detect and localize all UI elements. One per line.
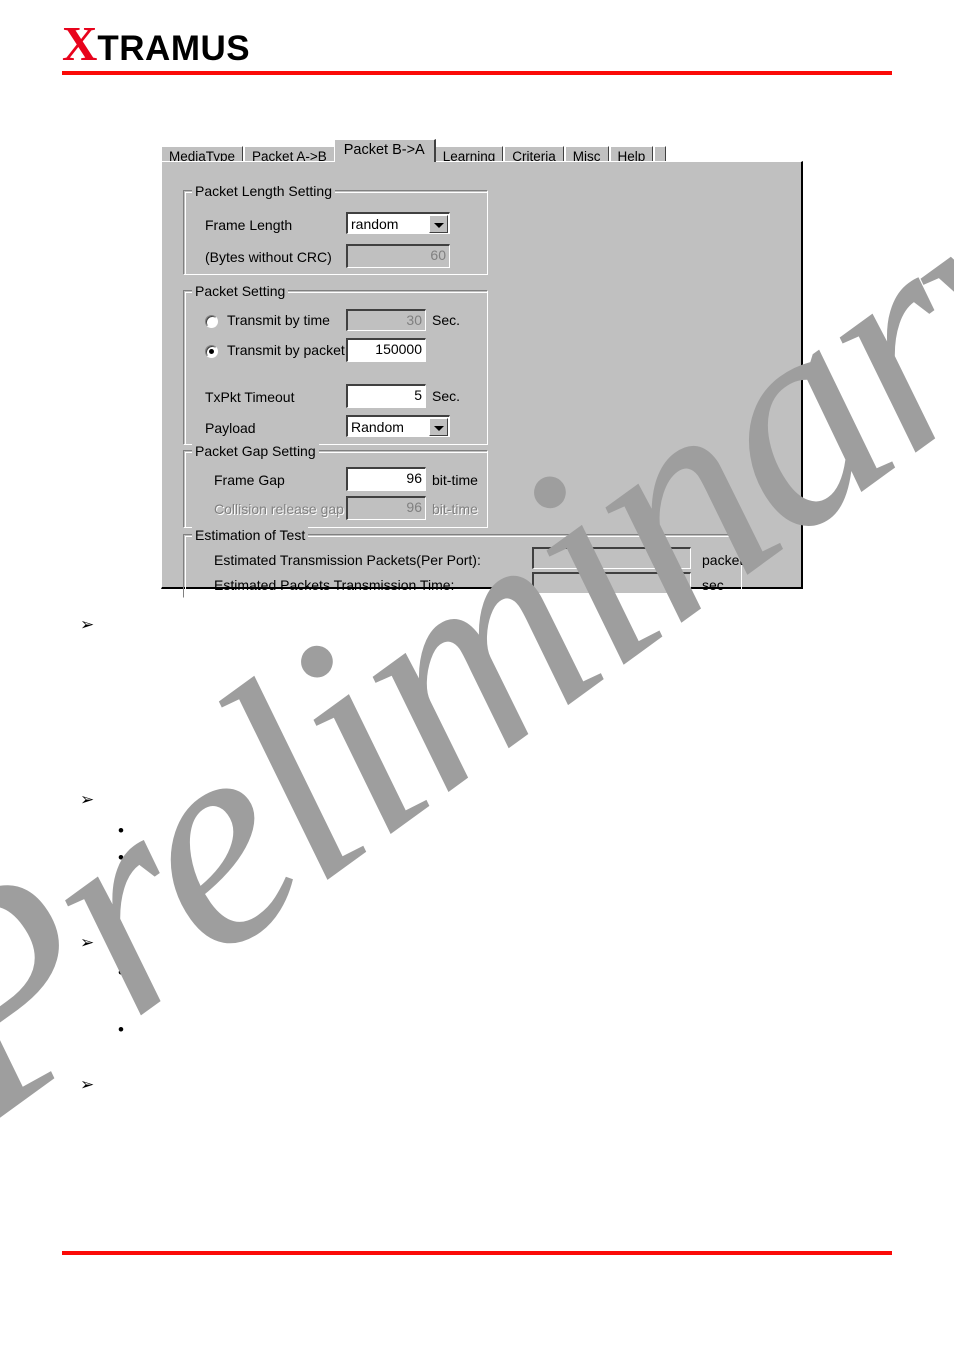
arrow-bullet-icon: ➢ xyxy=(80,933,95,952)
group-packet-setting: Packet Setting Transmit by time 30 Sec. … xyxy=(183,283,488,445)
dot-bullet-icon: • xyxy=(118,848,124,867)
list-item-arrow-2: ➢ xyxy=(80,790,94,810)
list-item-arrow-1: ➢ xyxy=(80,615,94,635)
estimated-transmission-time-label: Estimated Packets Transmission Time: xyxy=(214,577,455,593)
bytes-without-crc-field: 60 xyxy=(346,244,450,268)
payload-combo[interactable]: Random xyxy=(346,415,450,437)
frame-length-combo[interactable]: random xyxy=(346,212,450,234)
transmit-by-packet-field[interactable]: 150000 xyxy=(346,338,426,362)
frame-length-value: random xyxy=(351,216,399,232)
group-estimation-of-test-title: Estimation of Test xyxy=(192,527,309,543)
txpkt-timeout-field[interactable]: 5 xyxy=(346,384,426,408)
transmit-by-packet-value: 150000 xyxy=(375,341,422,357)
list-item-arrow-3: ➢ xyxy=(80,933,94,953)
collision-release-gap-unit: bit-time xyxy=(432,501,478,517)
payload-value: Random xyxy=(351,419,404,435)
dot-bullet-icon: • xyxy=(118,963,124,982)
page-header: XTRAMUS xyxy=(0,0,954,90)
group-packet-setting-title: Packet Setting xyxy=(192,283,289,299)
chevron-down-icon[interactable] xyxy=(429,418,448,436)
txpkt-timeout-label: TxPkt Timeout xyxy=(205,389,295,405)
txpkt-timeout-unit: Sec. xyxy=(432,388,461,404)
tab-panel-packet-b-to-a: Packet Length Setting Frame Length rando… xyxy=(161,161,803,598)
group-packet-gap-setting-title: Packet Gap Setting xyxy=(192,443,319,459)
tab-packet-b-to-a-label: Packet B->A xyxy=(343,142,425,158)
logo-wordmark: TRAMUS xyxy=(97,29,251,68)
list-item-dot-4: • xyxy=(118,1021,124,1038)
list-item-dot-3: • xyxy=(118,964,124,981)
list-item-arrow-4: ➢ xyxy=(80,1075,94,1095)
estimated-transmission-time-value: 1 xyxy=(679,575,687,591)
frame-length-label: Frame Length xyxy=(205,217,293,233)
transmit-by-packet-label[interactable]: Transmit by packet xyxy=(227,342,345,358)
radio-selected-dot xyxy=(209,349,214,354)
group-estimation-of-test: Estimation of Test Estimated Transmissio… xyxy=(183,527,750,598)
transmit-by-time-unit: Sec. xyxy=(432,312,461,328)
transmit-by-time-label[interactable]: Transmit by time xyxy=(227,312,330,328)
estimated-transmission-time-unit: sec xyxy=(702,577,724,593)
estimated-transmission-time-field: 1 xyxy=(532,572,691,594)
tab-strip: MediaType Packet A->B Packet B->A Learni… xyxy=(161,139,803,165)
logo-x-letter: X xyxy=(62,16,98,71)
footer-divider-rule xyxy=(62,1251,892,1255)
xtramus-logo: XTRAMUS xyxy=(62,19,251,71)
transmit-by-time-value: 30 xyxy=(406,312,422,328)
transmit-by-time-field: 30 xyxy=(346,309,426,331)
chevron-down-icon[interactable] xyxy=(429,215,448,233)
collision-release-gap-field: 96 xyxy=(346,496,426,520)
payload-label: Payload xyxy=(205,420,256,436)
radio-transmit-by-packet[interactable] xyxy=(205,345,218,358)
bytes-without-crc-value: 60 xyxy=(430,247,446,263)
frame-gap-unit: bit-time xyxy=(432,472,478,488)
arrow-bullet-icon: ➢ xyxy=(80,1075,95,1094)
arrow-bullet-icon: ➢ xyxy=(80,615,95,634)
list-item-dot-2: • xyxy=(118,849,124,866)
frame-gap-field[interactable]: 96 xyxy=(346,467,426,491)
collision-release-gap-label: Collision release gap xyxy=(214,501,344,517)
frame-gap-label: Frame Gap xyxy=(214,472,285,488)
group-packet-length-setting: Packet Length Setting Frame Length rando… xyxy=(183,183,488,275)
packet-settings-dialog: MediaType Packet A->B Packet B->A Learni… xyxy=(161,139,803,598)
dot-bullet-icon: • xyxy=(118,1020,124,1039)
frame-gap-value: 96 xyxy=(406,470,422,486)
estimated-transmission-packets-unit: packets xyxy=(702,552,751,568)
estimated-transmission-packets-field xyxy=(532,547,691,569)
collision-release-gap-value: 96 xyxy=(406,499,422,515)
group-packet-gap-setting: Packet Gap Setting Frame Gap 96 bit-time… xyxy=(183,443,488,528)
dot-bullet-icon: • xyxy=(118,821,124,840)
tab-packet-b-to-a[interactable]: Packet B->A xyxy=(333,139,436,162)
arrow-bullet-icon: ➢ xyxy=(80,790,95,809)
radio-transmit-by-time[interactable] xyxy=(205,315,218,328)
txpkt-timeout-value: 5 xyxy=(414,387,422,403)
header-divider-rule xyxy=(62,71,892,75)
list-item-dot-1: • xyxy=(118,822,124,839)
bytes-without-crc-label: (Bytes without CRC) xyxy=(205,249,332,265)
group-packet-length-setting-title: Packet Length Setting xyxy=(192,183,335,199)
estimated-transmission-packets-label: Estimated Transmission Packets(Per Port)… xyxy=(214,552,481,568)
